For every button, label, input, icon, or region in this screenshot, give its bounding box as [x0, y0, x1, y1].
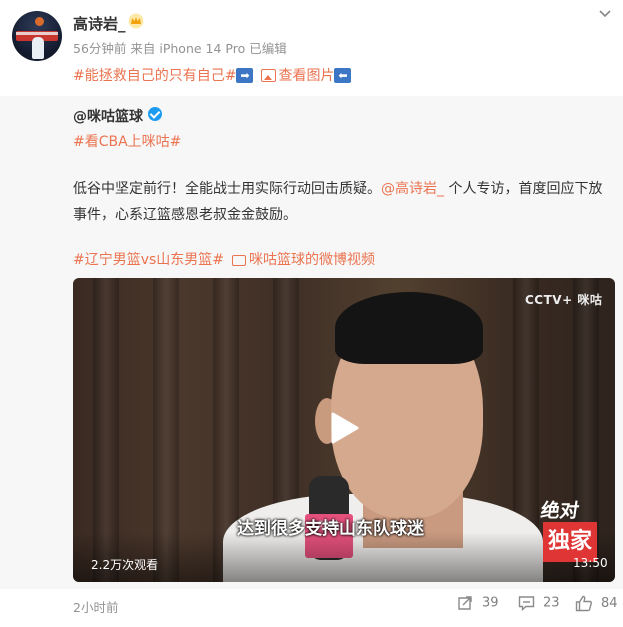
- image-icon: [261, 68, 277, 82]
- comment-count: 23: [543, 595, 560, 611]
- thumbs-up-icon: [575, 595, 592, 612]
- avatar-stand-stripe: [16, 32, 58, 35]
- crown-icon: [128, 13, 144, 29]
- retweet-tag[interactable]: #看CBA上咪咕#: [73, 131, 181, 151]
- video-source-link[interactable]: 咪咕篮球的微博视频: [249, 252, 375, 268]
- video-player[interactable]: 咪咕 CCTV+ 咪咕 达到很多支持山东队球迷 绝对 独家 2.2万次观看 13…: [73, 278, 615, 582]
- left-arrow-emoji: ⬅: [334, 67, 352, 83]
- retweet-links: #辽宁男篮vs山东男篮# 咪咕篮球的微博视频: [73, 249, 375, 269]
- edited-label[interactable]: 已编辑: [249, 41, 287, 56]
- mention-link[interactable]: @高诗岩_: [381, 181, 444, 197]
- post-time[interactable]: 56分钟前: [73, 41, 126, 56]
- weibo-post-card: 高诗岩_ 56分钟前 来自 iPhone 14 Pro 已编辑 #能拯救自己的只…: [0, 0, 623, 627]
- username[interactable]: 高诗岩_: [73, 13, 126, 34]
- topic-tag-game[interactable]: #辽宁男篮vs山东男篮#: [73, 252, 224, 268]
- right-arrow-emoji: ➡: [236, 67, 254, 83]
- repost-button[interactable]: 39: [457, 595, 499, 611]
- repost-icon: [458, 596, 472, 610]
- view-count: 2.2万次观看: [91, 558, 159, 572]
- post-meta: 56分钟前 来自 iPhone 14 Pro 已编辑: [73, 38, 287, 57]
- topic-tag[interactable]: #能拯救自己的只有自己#: [73, 65, 236, 85]
- verified-icon: [148, 107, 162, 121]
- view-images-link[interactable]: 查看图片: [278, 65, 334, 85]
- chevron-down-icon[interactable]: [598, 9, 612, 19]
- avatar[interactable]: [12, 11, 62, 61]
- channel-watermark: CCTV+ 咪咕: [525, 293, 603, 307]
- footer-time[interactable]: 2小时前: [73, 597, 118, 616]
- video-subtitle: 达到很多支持山东队球迷: [237, 519, 424, 539]
- post-text: #能拯救自己的只有自己# ➡ 查看图片 ⬅: [73, 65, 352, 85]
- post-source: 来自 iPhone 14 Pro: [130, 41, 246, 56]
- video-duration: 13:50: [573, 556, 608, 570]
- comment-icon: [518, 596, 535, 612]
- retweet-username[interactable]: @咪咕篮球: [73, 106, 143, 126]
- video-icon: [232, 254, 247, 266]
- badge-top-text: 绝对: [539, 500, 581, 522]
- person-hair: [335, 292, 483, 364]
- play-icon[interactable]: [327, 411, 361, 445]
- comment-button[interactable]: 23: [518, 595, 560, 612]
- retweet-text: 低谷中坚定前行！全能战士用实际行动回击质疑。@高诗岩_ 个人专访，首度回应下放事…: [73, 176, 613, 228]
- avatar-player: [32, 37, 44, 59]
- like-count: 84: [601, 596, 618, 611]
- like-button[interactable]: 84: [575, 595, 618, 612]
- avatar-ball: [35, 17, 44, 26]
- repost-count: 39: [482, 595, 499, 611]
- retweet-text-before: 低谷中坚定前行！全能战士用实际行动回击质疑。: [73, 181, 381, 197]
